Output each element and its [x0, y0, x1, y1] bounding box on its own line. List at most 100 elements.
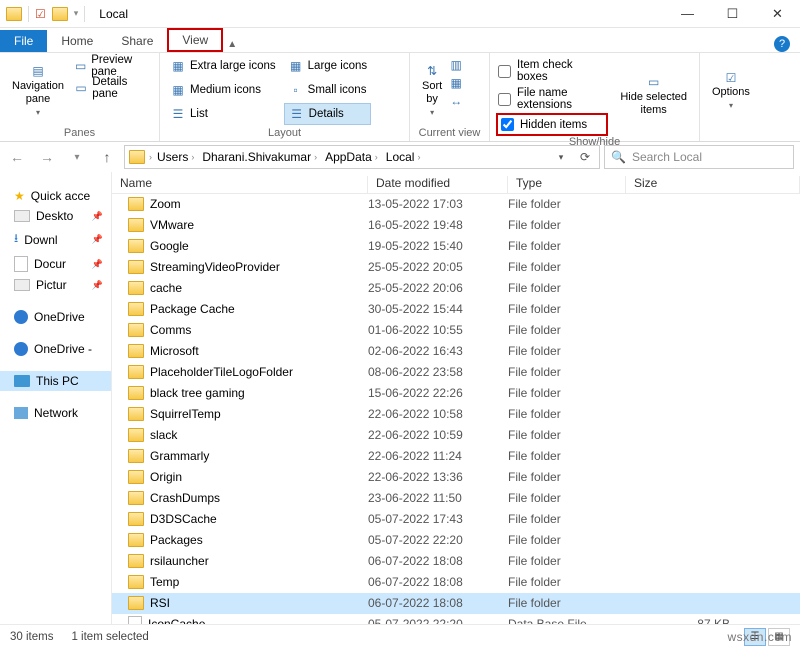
tab-view[interactable]: View — [167, 28, 223, 52]
file-extensions-checkbox[interactable] — [498, 93, 511, 106]
add-columns-icon[interactable]: ▦ — [448, 75, 464, 91]
breadcrumb[interactable]: Dharani.Shivakumar› — [199, 150, 320, 164]
label: File name extensions — [517, 87, 606, 111]
sidebar-item-thispc[interactable]: This PC — [0, 371, 111, 391]
location-folder-icon — [129, 150, 145, 164]
hide-selected-button[interactable]: ▭ Hide selected items — [614, 55, 693, 136]
table-row[interactable]: Package Cache30-05-2022 15:44File folder — [112, 299, 800, 320]
file-extensions-toggle[interactable]: File name extensions — [496, 85, 608, 113]
tab-file[interactable]: File — [0, 30, 47, 52]
table-row[interactable]: Temp06-07-2022 18:08File folder — [112, 572, 800, 593]
sort-by-button[interactable]: ⇅ Sort by ▾ — [416, 55, 448, 127]
table-row[interactable]: slack22-06-2022 10:59File folder — [112, 425, 800, 446]
table-row[interactable]: cache25-05-2022 20:06File folder — [112, 278, 800, 299]
navigation-sidebar: ★Quick acce Deskto📌 ⭳Downl📌 Docur📌 Pictu… — [0, 172, 112, 624]
refresh-button[interactable]: ⟳ — [573, 146, 597, 168]
chevron-icon[interactable]: › — [149, 152, 152, 162]
help-icon[interactable]: ? — [774, 36, 790, 52]
hidden-items-toggle[interactable]: Hidden items — [499, 116, 600, 133]
minimize-button[interactable]: — — [665, 0, 710, 28]
column-size[interactable]: Size — [626, 176, 800, 193]
up-button[interactable]: ↑ — [94, 145, 120, 169]
small-icons-button[interactable]: ▫Small icons — [284, 79, 371, 101]
group-by-icon[interactable]: ▥ — [448, 57, 464, 73]
tab-share[interactable]: Share — [107, 30, 167, 52]
table-row[interactable]: Zoom13-05-2022 17:03File folder — [112, 194, 800, 215]
table-row[interactable]: Comms01-06-2022 10:55File folder — [112, 320, 800, 341]
column-type[interactable]: Type — [508, 176, 626, 193]
tab-home[interactable]: Home — [47, 30, 107, 52]
recent-locations-button[interactable]: ▾ — [64, 145, 90, 169]
sidebar-item-documents[interactable]: Docur📌 — [0, 253, 111, 275]
table-row[interactable]: Packages05-07-2022 22:20File folder — [112, 530, 800, 551]
close-button[interactable]: ✕ — [755, 0, 800, 28]
sidebar-item-quickaccess[interactable]: ★Quick acce — [0, 186, 111, 206]
star-icon: ★ — [14, 189, 25, 203]
navigation-pane-button[interactable]: ▤ Navigation pane ▾ — [6, 55, 70, 127]
details-pane-button[interactable]: ▭Details pane — [70, 77, 153, 99]
table-row[interactable]: Google19-05-2022 15:40File folder — [112, 236, 800, 257]
sidebar-item-downloads[interactable]: ⭳Downl📌 — [0, 226, 111, 253]
hidden-items-checkbox[interactable] — [501, 118, 514, 131]
label: Extra large icons — [190, 60, 276, 72]
file-type: File folder — [508, 260, 626, 274]
qat-checkbox-icon[interactable]: ☑ — [35, 7, 46, 21]
file-date: 02-06-2022 16:43 — [368, 344, 508, 358]
table-row[interactable]: VMware16-05-2022 19:48File folder — [112, 215, 800, 236]
large-icons-button[interactable]: ▦Large icons — [284, 55, 371, 77]
table-row[interactable]: RSI06-07-2022 18:08File folder — [112, 593, 800, 614]
table-row[interactable]: Grammarly22-06-2022 11:24File folder — [112, 446, 800, 467]
file-date: 23-06-2022 11:50 — [368, 491, 508, 505]
file-name: RSI — [150, 596, 170, 610]
file-date: 25-05-2022 20:05 — [368, 260, 508, 274]
sidebar-item-onedrive2[interactable]: OneDrive - — [0, 339, 111, 359]
options-button[interactable]: ☑ Options ▾ — [706, 55, 756, 127]
breadcrumb[interactable]: Local› — [383, 150, 424, 164]
back-button[interactable]: ← — [4, 145, 30, 169]
details-view-button[interactable]: ☰Details — [284, 103, 371, 125]
table-row[interactable]: IconCache05-07-2022 22:20Data Base File8… — [112, 614, 800, 624]
item-checkboxes-checkbox[interactable] — [498, 65, 511, 78]
address-dropdown-button[interactable]: ▾ — [549, 146, 573, 168]
maximize-button[interactable]: ☐ — [710, 0, 755, 28]
file-type: File folder — [508, 575, 626, 589]
medium-icons-button[interactable]: ▦Medium icons — [166, 79, 280, 101]
file-date: 08-06-2022 23:58 — [368, 365, 508, 379]
table-row[interactable]: PlaceholderTileLogoFolder08-06-2022 23:5… — [112, 362, 800, 383]
folder-icon — [128, 281, 144, 295]
file-name: Temp — [150, 575, 179, 589]
table-row[interactable]: Origin22-06-2022 13:36File folder — [112, 467, 800, 488]
table-row[interactable]: black tree gaming15-06-2022 22:26File fo… — [112, 383, 800, 404]
file-type: File folder — [508, 407, 626, 421]
table-row[interactable]: Microsoft02-06-2022 16:43File folder — [112, 341, 800, 362]
table-row[interactable]: CrashDumps23-06-2022 11:50File folder — [112, 488, 800, 509]
file-type: Data Base File — [508, 617, 626, 624]
table-row[interactable]: SquirrelTemp22-06-2022 10:58File folder — [112, 404, 800, 425]
extra-large-icons-button[interactable]: ▦Extra large icons — [166, 55, 280, 77]
ribbon-collapse-icon[interactable]: ▲ — [223, 37, 241, 52]
breadcrumb[interactable]: Users› — [154, 150, 197, 164]
search-icon: 🔍 — [611, 150, 626, 164]
size-columns-icon[interactable]: ↔ — [448, 93, 464, 109]
column-name[interactable]: Name — [112, 176, 368, 193]
preview-pane-button[interactable]: ▭Preview pane — [70, 55, 153, 77]
table-row[interactable]: D3DSCache05-07-2022 17:43File folder — [112, 509, 800, 530]
sidebar-item-network[interactable]: Network — [0, 403, 111, 423]
file-date: 22-06-2022 13:36 — [368, 470, 508, 484]
file-type: File folder — [508, 302, 626, 316]
sidebar-item-onedrive[interactable]: OneDrive — [0, 307, 111, 327]
sidebar-item-pictures[interactable]: Pictur📌 — [0, 275, 111, 295]
forward-button[interactable]: → — [34, 145, 60, 169]
qat-dropdown-icon[interactable]: ▾ — [74, 8, 79, 19]
qat-folder-icon[interactable] — [52, 7, 68, 21]
list-button[interactable]: ☰List — [166, 103, 280, 125]
item-checkboxes-toggle[interactable]: Item check boxes — [496, 57, 608, 85]
column-date[interactable]: Date modified — [368, 176, 508, 193]
table-row[interactable]: rsilauncher06-07-2022 18:08File folder — [112, 551, 800, 572]
breadcrumb[interactable]: AppData› — [322, 150, 381, 164]
file-name: D3DSCache — [150, 512, 217, 526]
file-date: 16-05-2022 19:48 — [368, 218, 508, 232]
table-row[interactable]: StreamingVideoProvider25-05-2022 20:05Fi… — [112, 257, 800, 278]
address-bar[interactable]: › Users› Dharani.Shivakumar› AppData› Lo… — [124, 145, 600, 169]
sidebar-item-desktop[interactable]: Deskto📌 — [0, 206, 111, 226]
